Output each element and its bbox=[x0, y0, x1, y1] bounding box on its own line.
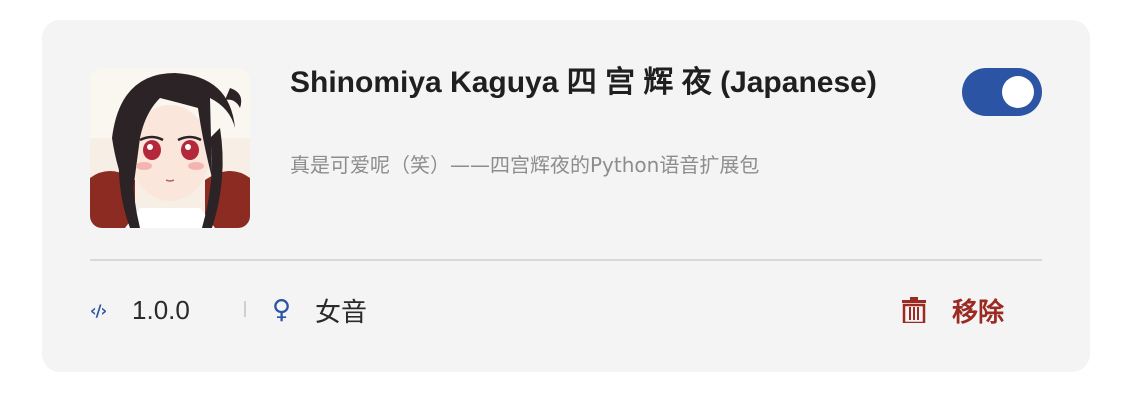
enable-toggle[interactable] bbox=[962, 68, 1042, 116]
version-label: 1.0.0 bbox=[132, 294, 190, 325]
remove-button[interactable]: 移除 bbox=[902, 288, 1004, 332]
voice-type-info: ♀ 女音 bbox=[272, 288, 367, 332]
voice-type-label: 女音 bbox=[315, 297, 368, 328]
trash-icon bbox=[902, 297, 926, 325]
character-avatar bbox=[90, 68, 250, 228]
female-symbol-icon: ♀ bbox=[272, 295, 292, 325]
voice-pack-title: Shinomiya Kaguya 四 宫 辉 夜 (Japanese) bbox=[290, 66, 877, 99]
toggle-knob bbox=[1002, 76, 1034, 108]
code-icon: ‹/› bbox=[90, 300, 107, 320]
divider bbox=[90, 259, 1042, 261]
remove-label: 移除 bbox=[952, 297, 1005, 328]
version-info: ‹/› 1.0.0 bbox=[90, 288, 190, 332]
voice-pack-description: 真是可爱呢（笑）——四宫辉夜的Python语音扩展包 bbox=[290, 153, 760, 177]
footer-separator bbox=[244, 301, 246, 317]
voice-pack-card: Shinomiya Kaguya 四 宫 辉 夜 (Japanese) 真是可爱… bbox=[42, 20, 1090, 372]
